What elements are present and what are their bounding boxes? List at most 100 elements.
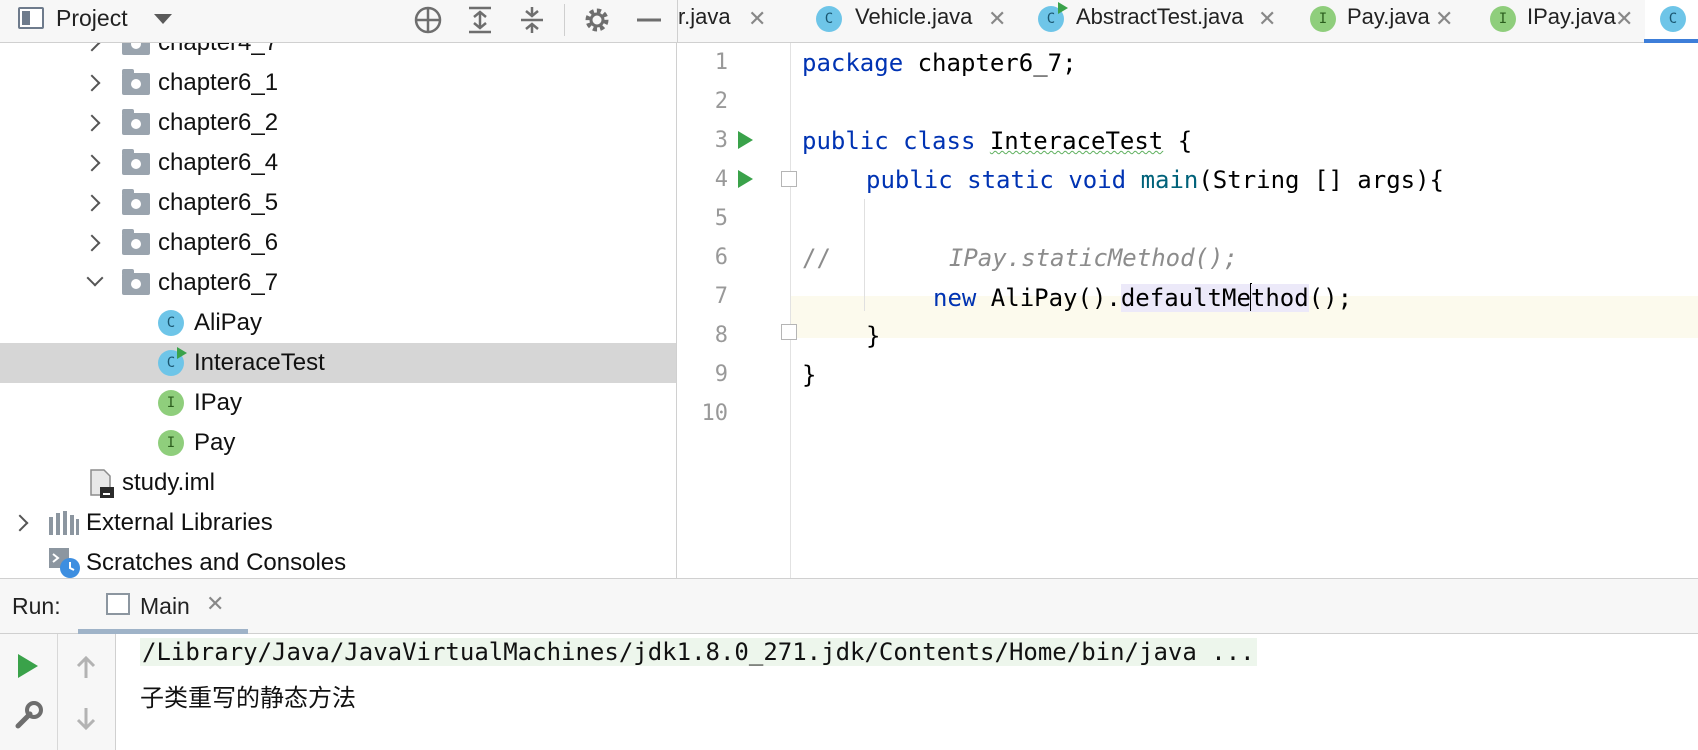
chevron-right-icon[interactable] [83,43,101,52]
toolbar-separator [57,634,58,750]
keyword: class [903,127,976,155]
method-name: main [1140,166,1199,194]
tab-active[interactable]: C [1645,0,1698,42]
tree-item-chapter4-7[interactable]: chapter4_7 [0,43,676,63]
tab-ipay-java[interactable]: I IPay.java ✕ [1470,0,1650,42]
toolbar-separator [564,4,565,36]
close-icon[interactable]: ✕ [206,594,224,616]
tree-item-chapter6-6[interactable]: chapter6_6 [0,223,676,263]
hide-icon[interactable] [633,4,665,36]
code-line-3: public class InteraceTest { [802,127,1192,155]
tree-item-label: External Libraries [86,509,273,536]
tab-r-java[interactable]: r.java ✕ [678,0,798,42]
chevron-right-icon[interactable] [83,74,101,92]
close-icon[interactable]: ✕ [1615,9,1633,31]
arrow-down-icon[interactable] [72,704,100,732]
collapse-all-icon[interactable] [516,4,548,36]
project-view-icon [18,7,44,29]
project-panel-header: Project [0,0,677,42]
highlighted-usage: thod [1250,284,1309,312]
run-tab-main[interactable]: Main ✕ [78,579,248,634]
tree-item-interacetest[interactable]: C InteraceTest [0,343,676,383]
tree-item-label: chapter4_7 [158,43,278,57]
line-number: 5 [714,206,728,231]
tab-label: IPay.java [1527,4,1616,29]
code-text: (String [] args){ [1198,166,1444,194]
run-gutter-icon[interactable] [738,131,753,149]
console-command-line: /Library/Java/JavaVirtualMachines/jdk1.8… [140,638,1257,666]
package-folder-icon [122,229,150,255]
run-marker-icon [177,347,187,359]
close-icon[interactable]: ✕ [988,9,1006,31]
tree-item-study-iml[interactable]: study.iml [0,463,676,503]
comment-text: IPay.staticMethod(); [948,244,1238,272]
tree-item-chapter6-7[interactable]: chapter6_7 [0,263,676,303]
console-output[interactable]: /Library/Java/JavaVirtualMachines/jdk1.8… [116,634,1698,750]
console-output-line: 子类重写的静态方法 [140,684,356,712]
run-gutter-icon[interactable] [738,170,753,188]
fold-icon[interactable] [781,324,797,340]
tree-item-alipay[interactable]: C AliPay [0,303,676,343]
tree-item-scratches[interactable]: Scratches and Consoles [0,543,676,578]
interface-icon: I [1490,6,1516,32]
tree-item-ipay[interactable]: I IPay [0,383,676,423]
expand-all-icon[interactable] [464,4,496,36]
line-number: 4 [714,167,728,192]
line-number: 1 [714,50,728,75]
chevron-right-icon[interactable] [11,514,29,532]
chevron-right-icon[interactable] [83,114,101,132]
package-folder-icon [122,149,150,175]
chevron-right-icon[interactable] [83,154,101,172]
chevron-right-icon[interactable] [83,234,101,252]
class-icon: C [1660,6,1686,32]
tree-item-chapter6-2[interactable]: chapter6_2 [0,103,676,143]
tab-abstracttest-java[interactable]: C AbstractTest.java ✕ [1018,0,1303,42]
tab-pay-java[interactable]: I Pay.java ✕ [1290,0,1470,42]
wrench-icon[interactable] [14,700,44,730]
chevron-right-icon[interactable] [83,194,101,212]
rerun-icon[interactable] [18,654,38,678]
scratches-icon [49,548,80,578]
top-toolbar: Project r.java ✕ C Vehicle.java ✕ C Abst… [0,0,1698,43]
project-tree: chapter4_7 chapter6_1 chapter6_2 chapter… [0,43,677,578]
interface-icon: I [158,430,184,456]
run-label: Run: [12,593,61,619]
line-number: 3 [714,128,728,153]
close-icon[interactable]: ✕ [1435,9,1453,31]
close-icon[interactable]: ✕ [1258,9,1276,31]
fold-icon[interactable] [781,171,797,187]
code-text: AliPay(). [976,284,1121,312]
close-icon[interactable]: ✕ [748,9,766,31]
tree-item-chapter6-4[interactable]: chapter6_4 [0,143,676,183]
tree-item-label: IPay [194,389,243,416]
tree-item-chapter6-5[interactable]: chapter6_5 [0,183,676,223]
keyword: new [933,284,977,312]
interface-icon: I [158,390,184,416]
package-folder-icon [122,109,150,135]
project-panel-title[interactable]: Project [56,5,128,32]
tree-item-label: AliPay [194,309,263,336]
tree-item-pay[interactable]: I Pay [0,423,676,463]
line-number: 9 [714,362,728,387]
tree-item-label: chapter6_7 [158,269,279,296]
tab-label: r.java [678,4,731,29]
arrow-up-icon[interactable] [72,654,100,682]
class-name: InteraceTest [989,127,1164,155]
tab-label: Pay.java [1347,4,1430,29]
tree-item-label: Scratches and Consoles [86,549,347,576]
chevron-down-icon[interactable] [154,14,172,24]
package-folder-icon [122,69,150,95]
code-line-9: } [802,361,816,389]
code-line-8: } [866,322,880,350]
tree-item-chapter6-1[interactable]: chapter6_1 [0,63,676,103]
code-editor[interactable]: 1 2 3 4 5 6 7 8 9 10 package chapter6_7;… [678,43,1698,578]
keyword: static [967,166,1054,194]
chevron-down-icon[interactable] [86,269,104,287]
code-line-4: public static void main(String [] args){ [866,166,1444,194]
locate-icon[interactable] [412,4,444,36]
editor-tabs: r.java ✕ C Vehicle.java ✕ C AbstractTest… [677,0,1698,43]
gear-icon[interactable] [581,4,613,36]
code-text: chapter6_7; [903,49,1077,77]
tab-vehicle-java[interactable]: C Vehicle.java ✕ [798,0,1028,42]
tree-item-external-libraries[interactable]: External Libraries [0,503,676,543]
